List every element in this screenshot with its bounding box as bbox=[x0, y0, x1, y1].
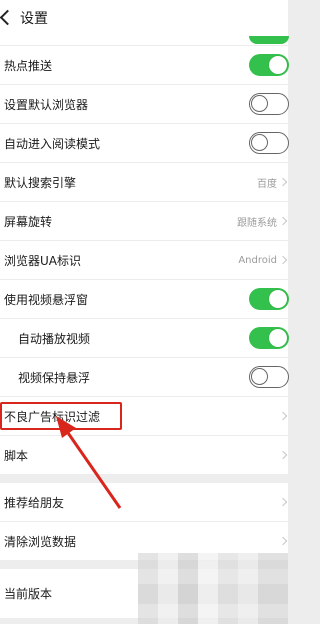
red-arrow bbox=[56, 416, 122, 509]
pixelated-overlay bbox=[138, 553, 288, 624]
